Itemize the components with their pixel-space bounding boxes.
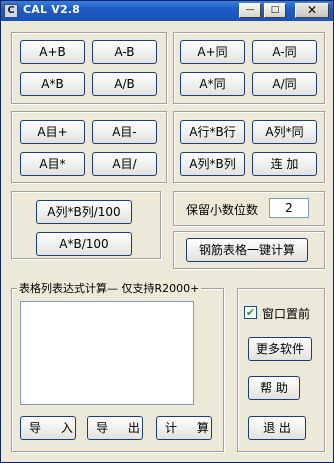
a-minus-same-button[interactable]: A-同 [252,40,317,64]
decimal-places-input[interactable]: 2 [269,198,309,218]
topmost-checkbox[interactable]: ✔ [244,306,257,319]
calculate-button[interactable]: 计 算 [156,416,212,440]
a-plus-b-button[interactable]: A+B [20,40,85,64]
col-times-col-button[interactable]: A列*B列 [180,152,245,176]
window-title: CAL V2.8 [23,3,81,16]
close-button[interactable]: ✕ [295,3,329,18]
app-window: C CAL V2.8 — □ ✕ A+B A-B A*B A/B A+同 A-同… [0,0,334,463]
a-self-times-button[interactable]: A目* [20,152,85,176]
a-div-b-button[interactable]: A/B [92,72,157,96]
a-times-b-div100-button[interactable]: A*B/100 [36,232,132,256]
exit-button[interactable]: 退 出 [248,416,306,440]
title-bar[interactable]: C CAL V2.8 — □ ✕ [1,1,333,21]
a-div-same-button[interactable]: A/同 [252,72,317,96]
app-icon: C [4,4,18,18]
minimize-button[interactable]: — [239,3,261,18]
a-times-same-button[interactable]: A*同 [180,72,245,96]
import-button[interactable]: 导 入 [20,416,76,440]
a-minus-b-button[interactable]: A-B [92,40,157,64]
help-button[interactable]: 帮 助 [248,376,300,400]
col-times-same-button[interactable]: A列*同 [252,120,317,144]
a-self-div-button[interactable]: A目/ [92,152,157,176]
expression-input[interactable] [20,301,194,405]
decimal-label: 保留小数位数 [186,203,259,217]
col-times-col-div100-button[interactable]: A列*B列/100 [36,200,132,224]
maximize-button[interactable]: □ [264,3,286,18]
more-software-button[interactable]: 更多软件 [248,337,312,361]
expression-group-label: 表格列表达式计算— 仅支持R2000+ [17,280,202,296]
a-times-b-button[interactable]: A*B [20,72,85,96]
row-times-row-button[interactable]: A行*B行 [180,120,245,144]
a-self-plus-button[interactable]: A目+ [20,120,85,144]
rebar-table-calc-button[interactable]: 钢筋表格一键计算 [186,238,308,262]
topmost-label[interactable]: 窗口置前 [262,305,310,322]
a-self-minus-button[interactable]: A目- [92,120,157,144]
concat-sum-button[interactable]: 连 加 [252,152,317,176]
a-plus-same-button[interactable]: A+同 [180,40,245,64]
export-button[interactable]: 导 出 [87,416,143,440]
